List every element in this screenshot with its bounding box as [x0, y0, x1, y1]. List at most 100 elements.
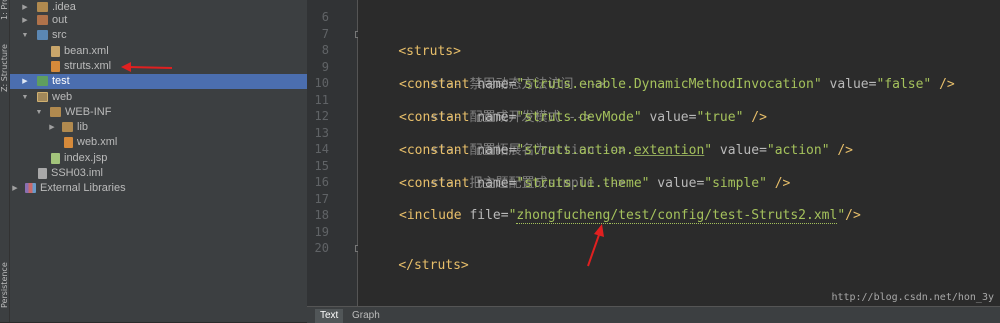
xml-tag: </struts>: [398, 258, 469, 273]
code-line-12: <constant name="struts.devMode" value="t…: [399, 109, 767, 126]
xml-attr: name=: [477, 143, 517, 158]
tree-item-label: test: [52, 75, 70, 87]
line-number: 9: [321, 60, 329, 74]
code-line-10: <constant name="struts.enable.DynamicMet…: [399, 76, 955, 93]
line-number: 6: [321, 10, 329, 24]
tab-text[interactable]: Text: [315, 309, 344, 323]
expand-arrow-icon[interactable]: ▶: [47, 120, 57, 135]
tree-item-out[interactable]: ▶ out: [10, 13, 307, 28]
include-path-segment[interactable]: zhongfucheng: [516, 208, 611, 224]
xml-tag: <constant: [399, 176, 478, 191]
tree-item-test[interactable]: ▶ test: [10, 74, 307, 89]
xml-value: "struts.enable.DynamicMethodInvocation": [516, 77, 822, 92]
code-line-9: <!-- 禁用动态方法访问 -->: [399, 59, 604, 92]
iml-file-icon: [38, 168, 47, 179]
tree-item-label: External Libraries: [40, 182, 126, 194]
code-editor[interactable]: <struts> <!-- 禁用动态方法访问 --> <constant nam…: [358, 0, 1000, 306]
tree-item-web[interactable]: ▼ web: [10, 90, 307, 105]
tree-item-label: bean.xml: [64, 45, 109, 57]
xml-value: ": [704, 143, 713, 158]
line-number: 18: [314, 208, 329, 222]
folder-icon: [50, 107, 61, 117]
tree-item-label: WEB-INF: [65, 106, 112, 118]
tree-item-index-jsp[interactable]: index.jsp: [10, 151, 307, 166]
test-folder-icon: [37, 76, 48, 86]
xml-tag: <constant: [399, 77, 478, 92]
xml-value: "simple": [704, 176, 767, 191]
persistence-tool-tab[interactable]: Persistence: [0, 256, 9, 308]
folder-icon: [37, 2, 48, 12]
tree-item-external-libraries[interactable]: ▶ External Libraries: [10, 181, 307, 196]
tree-item-label: struts.xml: [64, 60, 112, 72]
editor-bottom-tabs: Text Graph: [307, 306, 1000, 323]
expand-arrow-icon[interactable]: ▶: [10, 181, 20, 196]
line-number: 15: [314, 159, 329, 173]
tab-graph[interactable]: Graph: [347, 309, 385, 323]
tree-item-label: SSH03.iml: [51, 167, 103, 179]
tree-item-ssh03-iml[interactable]: SSH03.iml: [10, 166, 307, 181]
expand-arrow-icon[interactable]: ▶: [20, 13, 30, 28]
xml-tag: <constant: [399, 143, 478, 158]
folder-icon: [62, 122, 73, 132]
code-line-20: </struts>: [367, 240, 468, 273]
code-line-7: <struts>: [367, 26, 461, 59]
code-line-13: <!-- 配置拓展名为action -->: [399, 125, 625, 158]
xml-attr: name=: [477, 77, 517, 92]
xml-attr: name=: [477, 176, 517, 191]
xml-tag: />: [743, 110, 767, 125]
xml-value: "true": [696, 110, 744, 125]
watermark: http://blog.csdn.net/hon_3y: [831, 292, 994, 303]
xml-attr: name=: [477, 110, 517, 125]
tree-item-struts-xml[interactable]: struts.xml: [10, 59, 307, 74]
line-number: 11: [314, 93, 329, 107]
jsp-file-icon: [51, 153, 60, 164]
expand-arrow-icon[interactable]: ▶: [20, 74, 30, 89]
external-libraries-icon: [25, 183, 36, 193]
xml-value: "struts.ui.theme": [516, 176, 650, 191]
xml-value: ": [837, 208, 846, 223]
line-number: 16: [314, 175, 329, 189]
tree-item-label: web.xml: [77, 136, 118, 148]
collapse-arrow-icon[interactable]: ▼: [34, 105, 44, 120]
xml-tag: />: [845, 208, 861, 223]
xml-file-icon: [51, 46, 60, 57]
xml-value: "false": [876, 77, 932, 92]
line-number: 14: [314, 142, 329, 156]
collapse-arrow-icon[interactable]: ▼: [20, 90, 30, 105]
tree-item-label: out: [52, 14, 68, 26]
struts-xml-icon: [51, 61, 60, 72]
tree-item-label: web: [52, 91, 73, 103]
xml-tag: <struts>: [398, 44, 461, 59]
project-tool-tab[interactable]: 1: Pro: [0, 0, 9, 20]
tree-item-lib[interactable]: ▶ lib: [10, 120, 307, 135]
xml-value: "action": [766, 143, 830, 158]
tree-item-web-inf[interactable]: ▼ WEB-INF: [10, 105, 307, 120]
include-path-segment[interactable]: /test/config/test-Struts2.xml: [610, 208, 838, 224]
xml-value: "struts.devMode": [516, 110, 642, 125]
xml-attr: value=: [821, 77, 877, 92]
code-line-15: <!-- 把主题配置成simple -->: [399, 158, 625, 191]
xml-tag: <constant: [399, 110, 478, 125]
collapse-arrow-icon[interactable]: ▼: [20, 28, 30, 43]
tree-item-label: index.jsp: [64, 152, 108, 164]
xml-tag: <include: [399, 208, 470, 223]
tree-item-bean-xml[interactable]: bean.xml: [10, 44, 307, 59]
xml-value: "struts.action.: [516, 143, 634, 158]
folder-icon: [37, 15, 48, 25]
line-number: 12: [314, 109, 329, 123]
code-line-18: <include file= " zhongfucheng/test/config/…: [399, 207, 861, 224]
xml-file-icon: [64, 137, 73, 148]
web-folder-icon: [37, 92, 48, 102]
structure-tool-tab[interactable]: Z: Structure: [0, 40, 9, 92]
source-folder-icon: [37, 30, 48, 40]
tree-item-src[interactable]: ▼ src: [10, 28, 307, 43]
xml-attr: file=: [469, 208, 509, 223]
code-line-16: <constant name="struts.ui.theme" value="…: [399, 175, 790, 192]
xml-tag: />: [931, 77, 955, 92]
xml-tag: />: [766, 176, 791, 191]
tree-item-web-xml[interactable]: web.xml: [10, 135, 307, 150]
tool-window-strip: 1: Pro Z: Structure Persistence: [0, 0, 10, 322]
line-number: 8: [321, 43, 329, 57]
line-number: 7: [321, 27, 329, 41]
tree-item-label: lib: [77, 121, 89, 133]
